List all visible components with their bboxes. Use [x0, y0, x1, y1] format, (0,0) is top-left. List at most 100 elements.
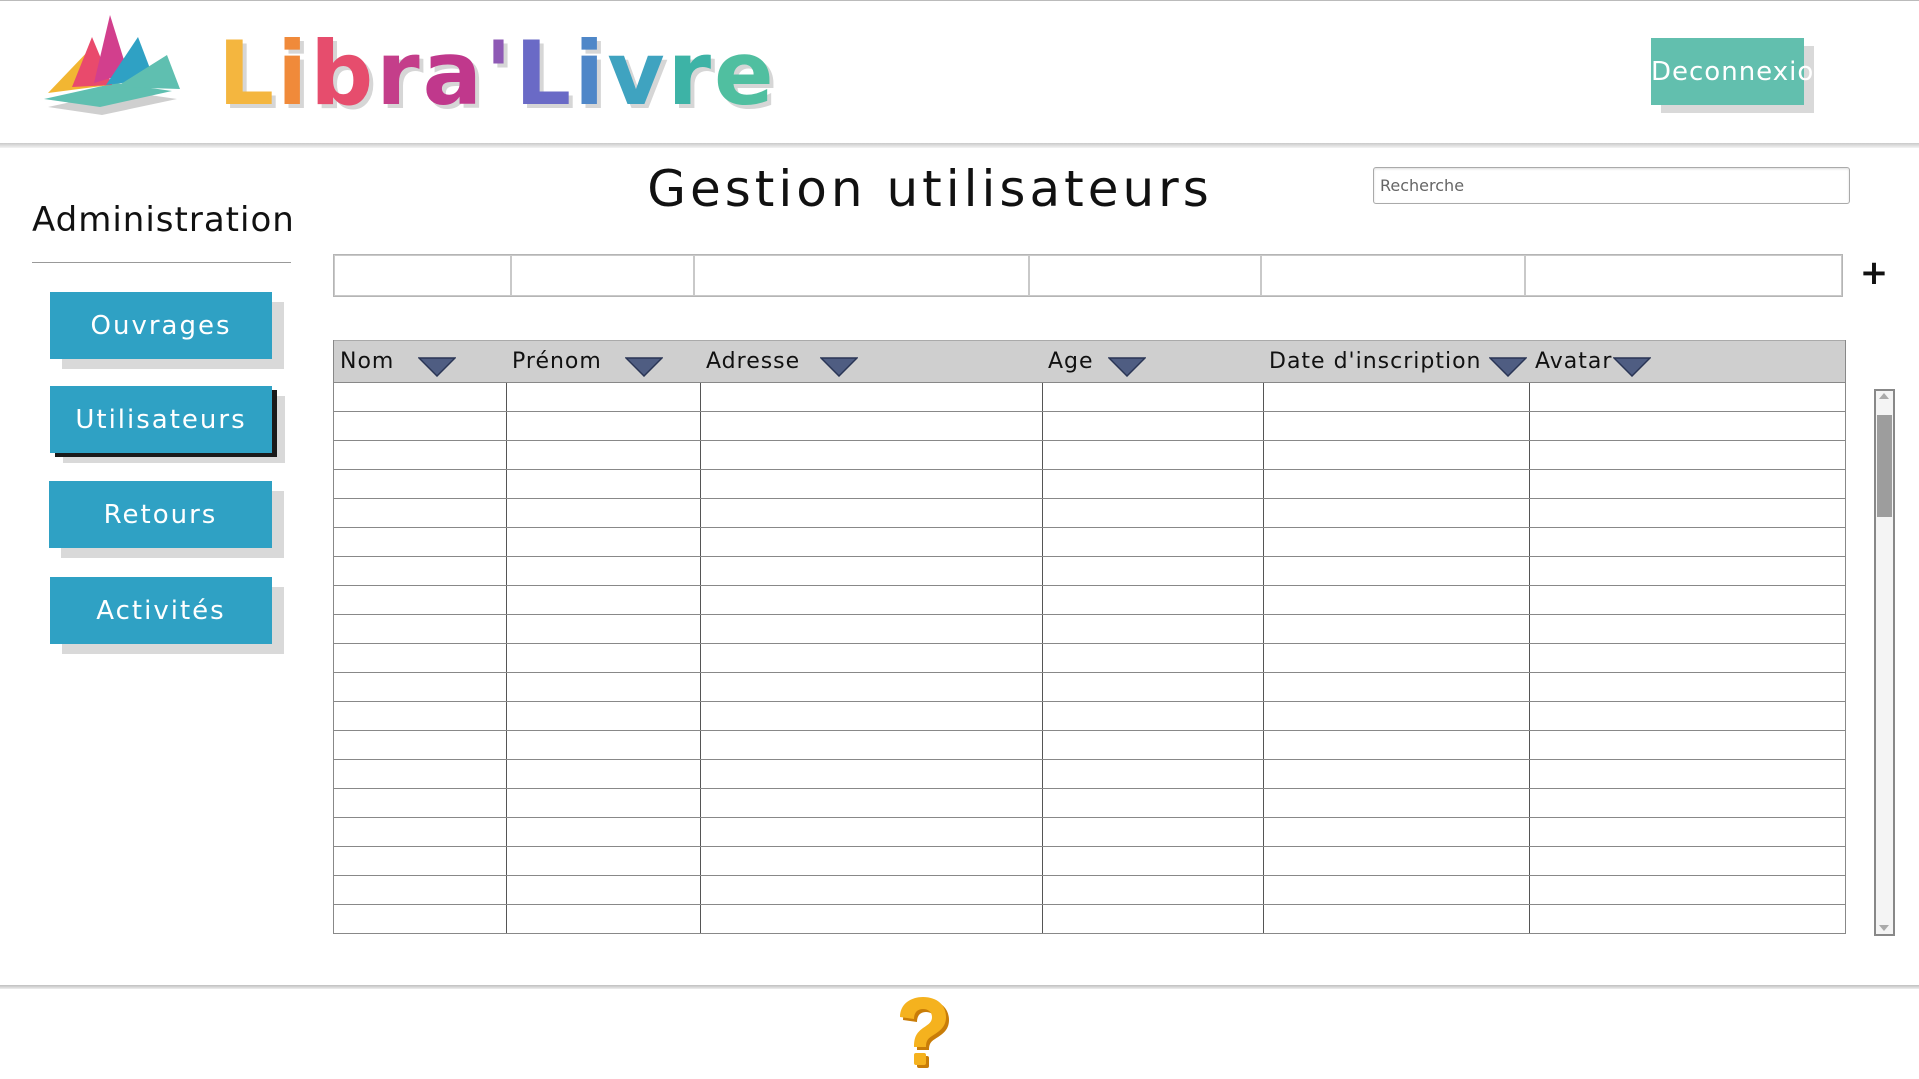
table-cell[interactable]	[700, 470, 1042, 498]
table-cell[interactable]	[1042, 731, 1263, 759]
table-row[interactable]	[334, 672, 1845, 701]
table-row[interactable]	[334, 614, 1845, 643]
table-cell[interactable]	[506, 760, 700, 788]
table-cell[interactable]	[1529, 905, 1845, 933]
table-cell[interactable]	[1529, 847, 1845, 875]
table-cell[interactable]	[1263, 876, 1529, 904]
table-cell[interactable]	[334, 905, 506, 933]
table-row[interactable]	[334, 527, 1845, 556]
table-cell[interactable]	[1042, 383, 1263, 411]
table-cell[interactable]	[334, 847, 506, 875]
table-cell[interactable]	[334, 702, 506, 730]
table-cell[interactable]	[1042, 905, 1263, 933]
table-cell[interactable]	[1042, 528, 1263, 556]
question-mark-icon[interactable]	[892, 995, 952, 1075]
table-cell[interactable]	[1263, 731, 1529, 759]
table-cell[interactable]	[334, 441, 506, 469]
table-cell[interactable]	[506, 615, 700, 643]
table-cell[interactable]	[1042, 615, 1263, 643]
table-cell[interactable]	[1263, 470, 1529, 498]
table-row[interactable]	[334, 382, 1845, 411]
column-header-avatar[interactable]: Avatar	[1529, 341, 1845, 382]
table-row[interactable]	[334, 701, 1845, 730]
table-cell[interactable]	[1263, 760, 1529, 788]
table-cell[interactable]	[1529, 557, 1845, 585]
table-cell[interactable]	[700, 847, 1042, 875]
table-cell[interactable]	[1529, 412, 1845, 440]
table-cell[interactable]	[334, 499, 506, 527]
table-cell[interactable]	[700, 760, 1042, 788]
table-cell[interactable]	[1042, 557, 1263, 585]
table-cell[interactable]	[334, 760, 506, 788]
table-row[interactable]	[334, 585, 1845, 614]
table-cell[interactable]	[1042, 789, 1263, 817]
table-cell[interactable]	[1042, 412, 1263, 440]
table-cell[interactable]	[506, 586, 700, 614]
add-user-button[interactable]: +	[1859, 253, 1889, 293]
logout-button[interactable]: Deconnexion	[1651, 38, 1831, 105]
table-cell[interactable]	[1529, 644, 1845, 672]
table-cell[interactable]	[1263, 905, 1529, 933]
table-cell[interactable]	[1529, 789, 1845, 817]
sort-down-icon[interactable]	[1613, 357, 1651, 377]
table-cell[interactable]	[1263, 557, 1529, 585]
table-cell[interactable]	[334, 818, 506, 846]
table-row[interactable]	[334, 556, 1845, 585]
table-cell[interactable]	[334, 644, 506, 672]
table-cell[interactable]	[700, 412, 1042, 440]
table-row[interactable]	[334, 788, 1845, 817]
sort-down-icon[interactable]	[1489, 357, 1527, 377]
table-cell[interactable]	[1529, 615, 1845, 643]
table-cell[interactable]	[700, 905, 1042, 933]
table-cell[interactable]	[1263, 383, 1529, 411]
sidebar-item-ouvrages[interactable]: Ouvrages	[50, 292, 272, 359]
table-cell[interactable]	[1529, 702, 1845, 730]
table-row[interactable]	[334, 759, 1845, 788]
sort-down-icon[interactable]	[418, 357, 456, 377]
table-cell[interactable]	[1263, 586, 1529, 614]
table-cell[interactable]	[1042, 673, 1263, 701]
table-cell[interactable]	[334, 615, 506, 643]
table-cell[interactable]	[1042, 702, 1263, 730]
table-cell[interactable]	[506, 470, 700, 498]
table-cell[interactable]	[1042, 441, 1263, 469]
sidebar-item-retours[interactable]: Retours	[49, 481, 272, 548]
table-cell[interactable]	[1263, 702, 1529, 730]
table-cell[interactable]	[1529, 470, 1845, 498]
table-cell[interactable]	[700, 731, 1042, 759]
table-cell[interactable]	[700, 586, 1042, 614]
table-cell[interactable]	[506, 644, 700, 672]
filter-age-field[interactable]	[1029, 255, 1261, 296]
sidebar-item-utilisateurs[interactable]: Utilisateurs	[50, 386, 272, 453]
column-header-date-inscription[interactable]: Date d'inscription	[1263, 341, 1529, 382]
table-cell[interactable]	[334, 528, 506, 556]
column-header-prenom[interactable]: Prénom	[506, 341, 700, 382]
table-row[interactable]	[334, 875, 1845, 904]
table-cell[interactable]	[1529, 528, 1845, 556]
column-header-age[interactable]: Age	[1042, 341, 1263, 382]
table-cell[interactable]	[1529, 499, 1845, 527]
table-cell[interactable]	[334, 470, 506, 498]
table-row[interactable]	[334, 411, 1845, 440]
table-cell[interactable]	[700, 673, 1042, 701]
table-cell[interactable]	[506, 557, 700, 585]
column-header-nom[interactable]: Nom	[334, 341, 506, 382]
table-cell[interactable]	[506, 499, 700, 527]
table-row[interactable]	[334, 730, 1845, 759]
table-cell[interactable]	[1529, 818, 1845, 846]
table-cell[interactable]	[506, 673, 700, 701]
table-cell[interactable]	[700, 383, 1042, 411]
table-cell[interactable]	[1529, 876, 1845, 904]
table-cell[interactable]	[506, 528, 700, 556]
table-cell[interactable]	[506, 876, 700, 904]
table-cell[interactable]	[1529, 383, 1845, 411]
table-cell[interactable]	[506, 702, 700, 730]
table-cell[interactable]	[334, 673, 506, 701]
table-row[interactable]	[334, 846, 1845, 875]
table-cell[interactable]	[1042, 818, 1263, 846]
table-cell[interactable]	[700, 615, 1042, 643]
table-cell[interactable]	[1042, 586, 1263, 614]
table-cell[interactable]	[1042, 760, 1263, 788]
table-cell[interactable]	[1042, 644, 1263, 672]
search-input[interactable]	[1373, 167, 1850, 204]
